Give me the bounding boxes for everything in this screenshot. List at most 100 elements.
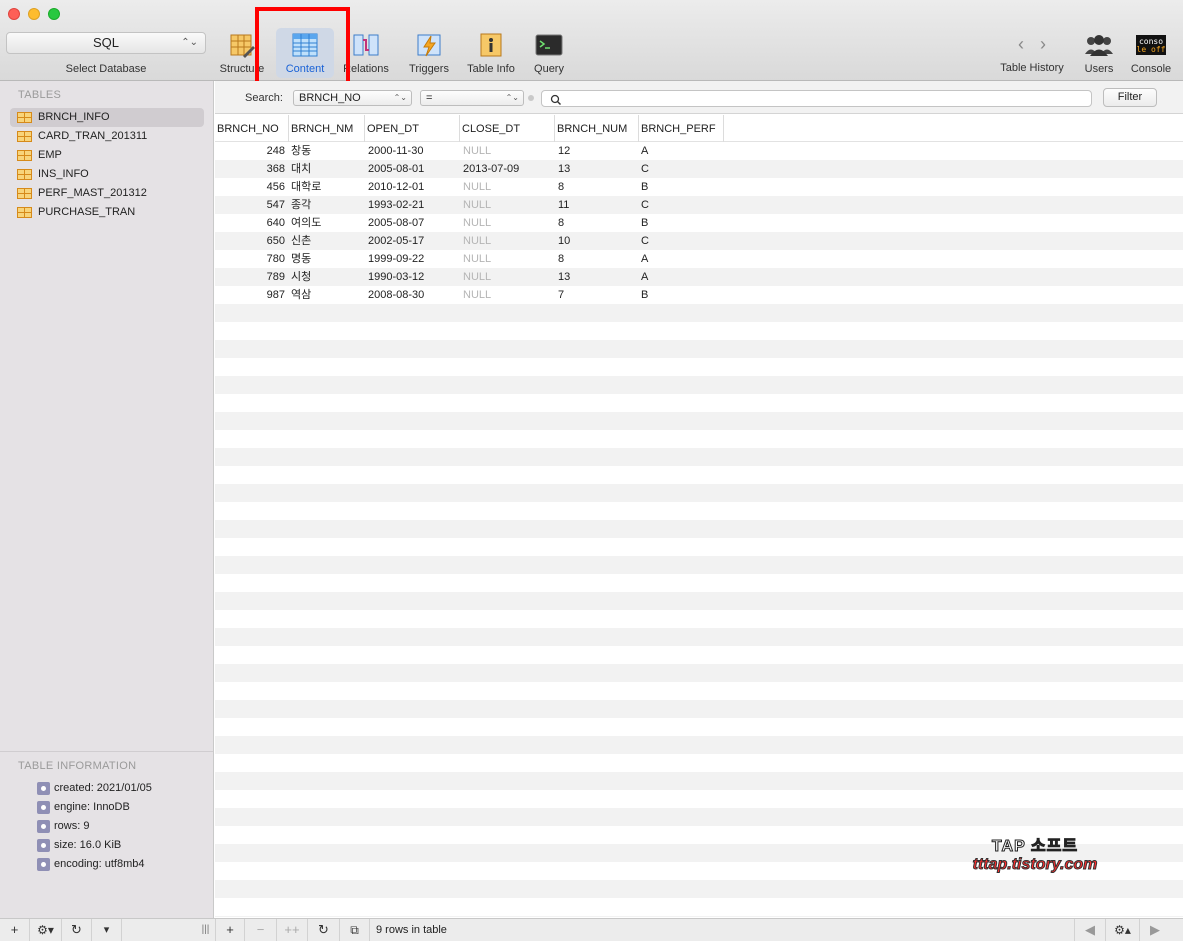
cell-brnch-no[interactable]: 650 <box>215 232 285 250</box>
table-item-ins-info[interactable]: INS_INFO <box>10 165 204 184</box>
cell-close-dt[interactable]: NULL <box>463 250 553 268</box>
table-row[interactable]: 780 명동 1999-09-22 NULL 8 A <box>215 250 1183 268</box>
cell-brnch-num[interactable]: 8 <box>558 214 638 232</box>
cell-open-dt[interactable]: 1993-02-21 <box>368 196 458 214</box>
cell-brnch-no[interactable]: 987 <box>215 286 285 304</box>
filter-tables-icon[interactable]: ▾ <box>92 919 122 941</box>
cell-open-dt[interactable]: 2005-08-01 <box>368 160 458 178</box>
cell-brnch-nm[interactable]: 대학로 <box>291 178 361 196</box>
table-item-card-tran-201311[interactable]: CARD_TRAN_201311 <box>10 127 204 146</box>
content-actions-gear-icon[interactable]: ⚙▴ <box>1106 919 1140 941</box>
cell-brnch-perf[interactable]: B <box>641 214 721 232</box>
cell-brnch-num[interactable]: 7 <box>558 286 638 304</box>
search-column-select[interactable]: BRNCH_NO ⌃⌄ <box>293 90 412 106</box>
structure-button[interactable]: Structure <box>216 28 268 78</box>
previous-page-icon[interactable]: ◀ <box>1074 919 1106 941</box>
cell-open-dt[interactable]: 1999-09-22 <box>368 250 458 268</box>
cell-open-dt[interactable]: 2002-05-17 <box>368 232 458 250</box>
table-row[interactable]: 248 창동 2000-11-30 NULL 12 A <box>215 142 1183 160</box>
cell-brnch-num[interactable]: 8 <box>558 178 638 196</box>
cell-brnch-perf[interactable]: C <box>641 196 721 214</box>
column-header-close-dt[interactable]: CLOSE_DT <box>460 115 555 142</box>
table-item-brnch-info[interactable]: BRNCH_INFO <box>10 108 204 127</box>
next-page-icon[interactable]: ▶ <box>1140 919 1170 941</box>
cell-brnch-nm[interactable]: 대치 <box>291 160 361 178</box>
zoom-window-button[interactable] <box>48 8 60 20</box>
table-row[interactable]: 650 신촌 2002-05-17 NULL 10 C <box>215 232 1183 250</box>
cell-brnch-no[interactable]: 640 <box>215 214 285 232</box>
cell-brnch-perf[interactable]: A <box>641 142 721 160</box>
cell-brnch-nm[interactable]: 창동 <box>291 142 361 160</box>
add-row-button[interactable]: + <box>215 919 245 941</box>
search-operator-select[interactable]: = ⌃⌄ <box>420 90 524 106</box>
back-arrow-icon[interactable]: ‹ <box>1010 34 1032 55</box>
filter-button[interactable]: Filter <box>1103 88 1157 107</box>
cell-brnch-no[interactable]: 368 <box>215 160 285 178</box>
cell-brnch-nm[interactable]: 신촌 <box>291 232 361 250</box>
cell-close-dt[interactable]: NULL <box>463 286 553 304</box>
cell-brnch-no[interactable]: 547 <box>215 196 285 214</box>
table-item-purchase-tran[interactable]: PURCHASE_TRAN <box>10 203 204 222</box>
cell-brnch-num[interactable]: 10 <box>558 232 638 250</box>
minimize-window-button[interactable] <box>28 8 40 20</box>
relations-button[interactable]: Relations <box>340 28 392 78</box>
table-row[interactable]: 368 대치 2005-08-01 2013-07-09 13 C <box>215 160 1183 178</box>
table-info-button[interactable]: Table Info <box>463 28 519 78</box>
console-button[interactable]: conso le off Console <box>1126 28 1176 78</box>
forward-arrow-icon[interactable]: › <box>1032 34 1054 55</box>
database-select[interactable]: SQL ⌃⌄ <box>6 32 206 54</box>
column-header-brnch-perf[interactable]: BRNCH_PERF <box>639 115 724 142</box>
cell-brnch-nm[interactable]: 종각 <box>291 196 361 214</box>
refresh-tables-icon[interactable]: ↻ <box>62 919 92 941</box>
table-row[interactable]: 789 시청 1990-03-12 NULL 13 A <box>215 268 1183 286</box>
cell-close-dt[interactable]: NULL <box>463 232 553 250</box>
table-item-perf-mast-201312[interactable]: PERF_MAST_201312 <box>10 184 204 203</box>
cell-brnch-no[interactable]: 248 <box>215 142 285 160</box>
search-input[interactable] <box>541 90 1092 107</box>
cell-brnch-nm[interactable]: 역삼 <box>291 286 361 304</box>
content-button[interactable]: Content <box>276 28 334 78</box>
add-table-button[interactable]: + <box>0 919 30 941</box>
cell-close-dt[interactable]: NULL <box>463 178 553 196</box>
cell-open-dt[interactable]: 2005-08-07 <box>368 214 458 232</box>
cell-brnch-no[interactable]: 456 <box>215 178 285 196</box>
column-header-brnch-nm[interactable]: BRNCH_NM <box>289 115 365 142</box>
column-header-open-dt[interactable]: OPEN_DT <box>365 115 460 142</box>
cell-brnch-perf[interactable]: B <box>641 178 721 196</box>
cell-brnch-nm[interactable]: 명동 <box>291 250 361 268</box>
cell-open-dt[interactable]: 2000-11-30 <box>368 142 458 160</box>
table-row[interactable]: 640 여의도 2005-08-07 NULL 8 B <box>215 214 1183 232</box>
cell-brnch-num[interactable]: 13 <box>558 160 638 178</box>
cell-brnch-nm[interactable]: 시청 <box>291 268 361 286</box>
duplicate-row-icon[interactable]: ++ <box>277 919 308 941</box>
cell-brnch-num[interactable]: 12 <box>558 142 638 160</box>
cell-brnch-nm[interactable]: 여의도 <box>291 214 361 232</box>
resize-handle-icon[interactable]: ||| <box>196 919 215 941</box>
cell-close-dt[interactable]: NULL <box>463 268 553 286</box>
close-window-button[interactable] <box>8 8 20 20</box>
cell-brnch-perf[interactable]: B <box>641 286 721 304</box>
triggers-button[interactable]: Triggers <box>403 28 455 78</box>
cell-close-dt[interactable]: NULL <box>463 142 553 160</box>
delete-row-button[interactable]: − <box>245 919 277 941</box>
pagination-icon[interactable]: ⧉ <box>340 919 370 941</box>
cell-brnch-no[interactable]: 789 <box>215 268 285 286</box>
cell-brnch-no[interactable]: 780 <box>215 250 285 268</box>
table-row[interactable]: 547 종각 1993-02-21 NULL 11 C <box>215 196 1183 214</box>
cell-close-dt[interactable]: 2013-07-09 <box>463 160 553 178</box>
table-row[interactable]: 987 역삼 2008-08-30 NULL 7 B <box>215 286 1183 304</box>
column-header-brnch-no[interactable]: BRNCH_NO <box>215 115 289 142</box>
cell-close-dt[interactable]: NULL <box>463 196 553 214</box>
cell-open-dt[interactable]: 2008-08-30 <box>368 286 458 304</box>
cell-open-dt[interactable]: 1990-03-12 <box>368 268 458 286</box>
table-history-button[interactable]: Table History <box>995 58 1069 78</box>
cell-brnch-perf[interactable]: C <box>641 232 721 250</box>
cell-brnch-perf[interactable]: C <box>641 160 721 178</box>
table-row[interactable]: 456 대학로 2010-12-01 NULL 8 B <box>215 178 1183 196</box>
cell-brnch-perf[interactable]: A <box>641 250 721 268</box>
refresh-content-icon[interactable]: ↻ <box>308 919 340 941</box>
cell-brnch-perf[interactable]: A <box>641 268 721 286</box>
table-item-emp[interactable]: EMP <box>10 146 204 165</box>
query-button[interactable]: Query <box>526 28 572 78</box>
cell-close-dt[interactable]: NULL <box>463 214 553 232</box>
